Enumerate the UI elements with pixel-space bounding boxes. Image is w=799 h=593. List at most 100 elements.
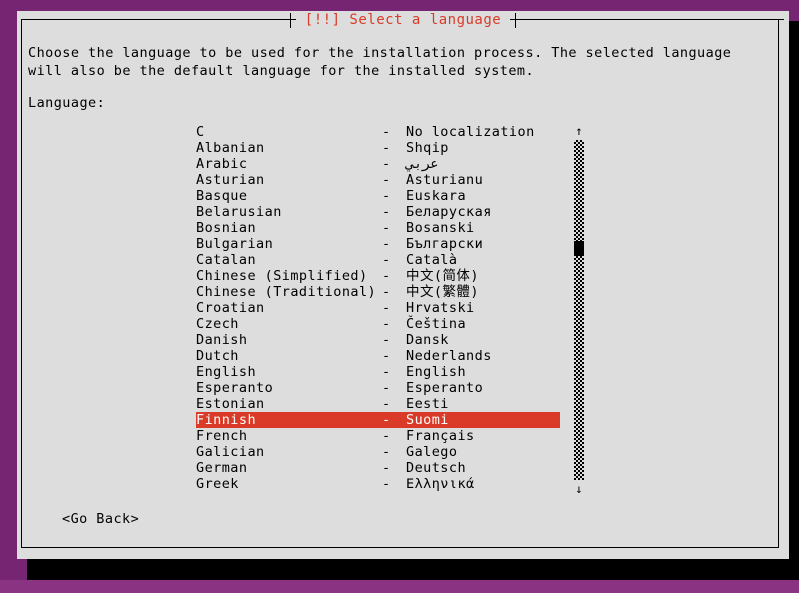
language-native-name: Беларуская bbox=[406, 204, 492, 220]
language-native-name: Eesti bbox=[406, 396, 449, 412]
language-list-item[interactable]: Chinese (Simplified) - 中文(简体) bbox=[196, 268, 564, 284]
language-separator: - bbox=[382, 396, 391, 412]
language-list-item[interactable]: Dutch - Nederlands bbox=[196, 348, 564, 364]
language-list-item[interactable]: Belarusian - Беларуская bbox=[196, 204, 564, 220]
language-name: Bosnian bbox=[196, 220, 257, 236]
language-separator: - bbox=[382, 300, 391, 316]
language-native-name: 中文(繁體) bbox=[406, 284, 479, 300]
language-name: Basque bbox=[196, 188, 248, 204]
language-name: Chinese (Simplified) bbox=[196, 268, 368, 284]
language-native-name: Suomi bbox=[406, 412, 449, 428]
scrollbar-track[interactable] bbox=[574, 140, 584, 480]
language-native-name: Čeština bbox=[406, 316, 467, 332]
language-native-name: Galego bbox=[406, 444, 458, 460]
go-back-button[interactable]: <Go Back> bbox=[62, 510, 139, 528]
language-list-item[interactable]: Albanian - Shqip bbox=[196, 140, 564, 156]
language-list-item[interactable]: Galician - Galego bbox=[196, 444, 564, 460]
status-bar: <Tab> moves; <Space> selects; <Enter> ac… bbox=[0, 580, 799, 593]
language-native-name: 中文(简体) bbox=[406, 268, 479, 284]
language-native-name: No localization bbox=[406, 124, 535, 140]
language-separator: - bbox=[382, 444, 391, 460]
language-list-item[interactable]: Bosnian - Bosanski bbox=[196, 220, 564, 236]
language-name: Galician bbox=[196, 444, 265, 460]
language-name: German bbox=[196, 460, 248, 476]
language-separator: - bbox=[382, 236, 391, 252]
language-name: Chinese (Traditional) bbox=[196, 284, 377, 300]
language-separator: - bbox=[382, 252, 391, 268]
language-native-name: English bbox=[406, 364, 467, 380]
language-native-name: Shqip bbox=[406, 140, 449, 156]
language-native-name: Esperanto bbox=[406, 380, 484, 396]
console-black-strip bbox=[27, 569, 799, 580]
language-list-item[interactable]: Chinese (Traditional) - 中文(繁體) bbox=[196, 284, 564, 300]
language-list-item[interactable]: Czech - Čeština bbox=[196, 316, 564, 332]
language-native-name: Français bbox=[406, 428, 475, 444]
language-list-item[interactable]: Greek - Ελληνικά bbox=[196, 476, 564, 492]
language-separator: - bbox=[382, 188, 391, 204]
language-separator: - bbox=[382, 380, 391, 396]
language-name: C bbox=[196, 124, 205, 140]
language-name: Albanian bbox=[196, 140, 265, 156]
language-list[interactable]: C - No localization Albanian - Shqip Arabic - عر… bbox=[196, 124, 564, 496]
language-list-item[interactable]: German - Deutsch bbox=[196, 460, 564, 476]
language-separator: - bbox=[382, 140, 391, 156]
language-list-item[interactable]: Arabic - عربي bbox=[196, 156, 564, 172]
language-native-name: Nederlands bbox=[406, 348, 492, 364]
language-name: Belarusian bbox=[196, 204, 282, 220]
language-name: Bulgarian bbox=[196, 236, 274, 252]
language-list-item[interactable]: Danish - Dansk bbox=[196, 332, 564, 348]
language-separator: - bbox=[382, 364, 391, 380]
language-name: English bbox=[196, 364, 257, 380]
language-list-item[interactable]: Asturian - Asturianu bbox=[196, 172, 564, 188]
language-name: Dutch bbox=[196, 348, 239, 364]
scroll-up-arrow-icon[interactable]: ↑ bbox=[570, 124, 588, 138]
language-native-name: Hrvatski bbox=[406, 300, 475, 316]
language-native-name: Deutsch bbox=[406, 460, 467, 476]
language-name: Asturian bbox=[196, 172, 265, 188]
language-separator: - bbox=[382, 316, 391, 332]
intro-text: Choose the language to be used for the i… bbox=[28, 45, 740, 79]
language-native-name: Bosanski bbox=[406, 220, 475, 236]
language-name: Czech bbox=[196, 316, 239, 332]
language-separator: - bbox=[382, 412, 391, 428]
language-separator: - bbox=[382, 428, 391, 444]
language-name: Finnish bbox=[196, 412, 257, 428]
language-separator: - bbox=[382, 284, 391, 300]
language-name: Danish bbox=[196, 332, 248, 348]
language-list-item[interactable]: Basque - Euskara bbox=[196, 188, 564, 204]
language-list-scrollbar[interactable]: ↑ ↓ bbox=[570, 124, 588, 496]
language-name: Catalan bbox=[196, 252, 257, 268]
language-list-item[interactable]: Estonian - Eesti bbox=[196, 396, 564, 412]
language-name: Arabic bbox=[196, 156, 248, 172]
language-list-item[interactable]: Croatian - Hrvatski bbox=[196, 300, 564, 316]
language-list-item[interactable]: Esperanto - Esperanto bbox=[196, 380, 564, 396]
language-list-item[interactable]: Bulgarian - Български bbox=[196, 236, 564, 252]
language-native-name: Asturianu bbox=[406, 172, 484, 188]
language-separator: - bbox=[382, 476, 391, 492]
language-name: Greek bbox=[196, 476, 239, 492]
language-native-name: Dansk bbox=[406, 332, 449, 348]
scroll-down-arrow-icon[interactable]: ↓ bbox=[570, 482, 588, 496]
language-separator: - bbox=[382, 268, 391, 284]
language-native-name: عربي bbox=[406, 156, 439, 172]
installer-screen: [!!] Select a language Choose the langua… bbox=[0, 0, 799, 593]
scrollbar-thumb[interactable] bbox=[574, 240, 584, 256]
language-list-item[interactable]: Catalan - Català bbox=[196, 252, 564, 268]
language-separator: - bbox=[382, 220, 391, 236]
language-separator: - bbox=[382, 156, 391, 172]
language-name: Esperanto bbox=[196, 380, 274, 396]
language-list-item[interactable]: French - Français bbox=[196, 428, 564, 444]
language-list-item[interactable]: Finnish - Suomi bbox=[196, 412, 560, 428]
language-separator: - bbox=[382, 124, 391, 140]
language-name: Estonian bbox=[196, 396, 265, 412]
language-separator: - bbox=[382, 204, 391, 220]
language-separator: - bbox=[382, 460, 391, 476]
language-list-item[interactable]: C - No localization bbox=[196, 124, 564, 140]
language-separator: - bbox=[382, 332, 391, 348]
language-name: Croatian bbox=[196, 300, 265, 316]
language-native-name: Euskara bbox=[406, 188, 467, 204]
language-native-name: Català bbox=[406, 252, 458, 268]
language-native-name: Български bbox=[406, 236, 484, 252]
language-label: Language: bbox=[28, 95, 106, 111]
language-list-item[interactable]: English - English bbox=[196, 364, 564, 380]
